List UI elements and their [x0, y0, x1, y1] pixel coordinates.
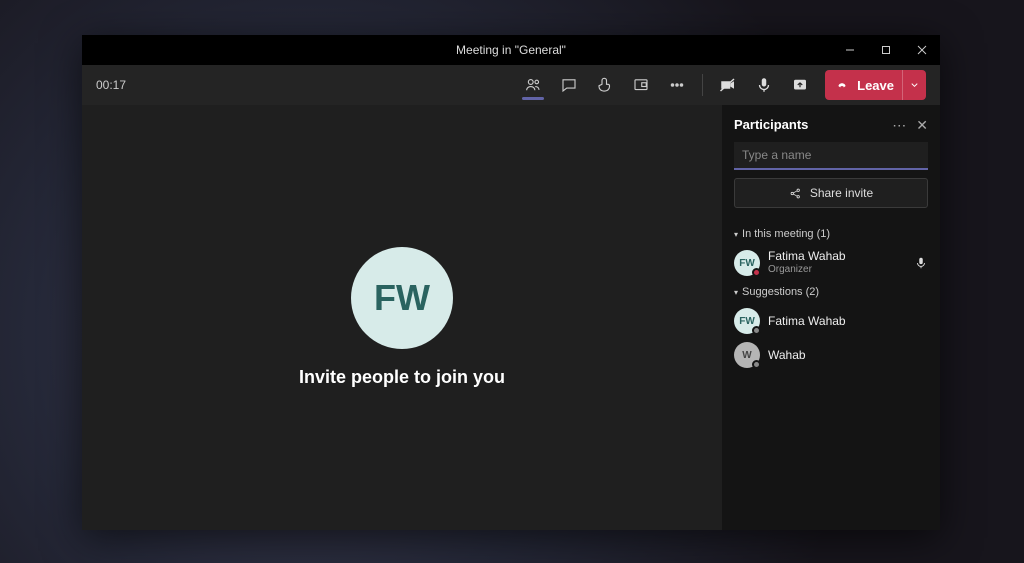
share-screen-button[interactable]: [783, 68, 817, 102]
participant-role: Organizer: [768, 264, 846, 276]
search-input[interactable]: [734, 142, 928, 170]
suggestion-row[interactable]: W Wahab: [734, 338, 928, 372]
participant-name: Fatima Wahab: [768, 250, 846, 264]
share-invite-button[interactable]: Share invite: [734, 178, 928, 208]
panel-close-icon[interactable]: ✕: [916, 118, 928, 132]
invite-message: Invite people to join you: [299, 367, 505, 388]
leave-button[interactable]: Leave: [825, 70, 926, 100]
section-in-meeting[interactable]: ▾ In this meeting (1): [734, 228, 928, 240]
presence-offline-icon: [752, 326, 761, 335]
participants-panel: Participants ⋯ ✕ Share invite ▾ In this …: [722, 105, 940, 530]
section-in-meeting-label: In this meeting (1): [742, 228, 830, 240]
caret-down-icon: ▾: [734, 288, 738, 297]
microphone-button[interactable]: [747, 68, 781, 102]
chat-toolbar-button[interactable]: [552, 68, 586, 102]
avatar: FW: [734, 250, 760, 276]
camera-button[interactable]: [711, 68, 745, 102]
participants-toolbar-button[interactable]: [516, 68, 550, 102]
caret-down-icon: ▾: [734, 230, 738, 239]
meeting-window: Meeting in "General" 00:17: [82, 35, 940, 530]
meeting-stage: FW Invite people to join you: [82, 105, 722, 530]
maximize-button[interactable]: [868, 35, 904, 65]
microphone-icon: [914, 256, 928, 270]
titlebar: Meeting in "General": [82, 35, 940, 65]
section-suggestions-label: Suggestions (2): [742, 286, 819, 298]
presence-offline-icon: [752, 360, 761, 369]
meeting-timer: 00:17: [96, 78, 126, 92]
section-suggestions[interactable]: ▾ Suggestions (2): [734, 286, 928, 298]
self-avatar: FW: [351, 247, 453, 349]
presence-busy-icon: [752, 268, 761, 277]
toolbar-separator: [702, 74, 703, 96]
avatar: W: [734, 342, 760, 368]
window-title: Meeting in "General": [456, 43, 566, 57]
share-invite-label: Share invite: [810, 186, 873, 200]
leave-button-label: Leave: [857, 78, 894, 93]
leave-button-chevron[interactable]: [902, 70, 920, 100]
close-window-button[interactable]: [904, 35, 940, 65]
more-actions-button[interactable]: [660, 68, 694, 102]
participant-row[interactable]: FW Fatima Wahab Organizer: [734, 246, 928, 280]
panel-more-icon[interactable]: ⋯: [892, 118, 906, 132]
suggestion-name: Wahab: [768, 348, 806, 362]
avatar: FW: [734, 308, 760, 334]
meeting-toolbar: 00:17: [82, 65, 940, 105]
minimize-button[interactable]: [832, 35, 868, 65]
suggestion-row[interactable]: FW Fatima Wahab: [734, 304, 928, 338]
reactions-toolbar-button[interactable]: [588, 68, 622, 102]
panel-title: Participants: [734, 117, 808, 132]
rooms-toolbar-button[interactable]: [624, 68, 658, 102]
suggestion-name: Fatima Wahab: [768, 314, 846, 328]
